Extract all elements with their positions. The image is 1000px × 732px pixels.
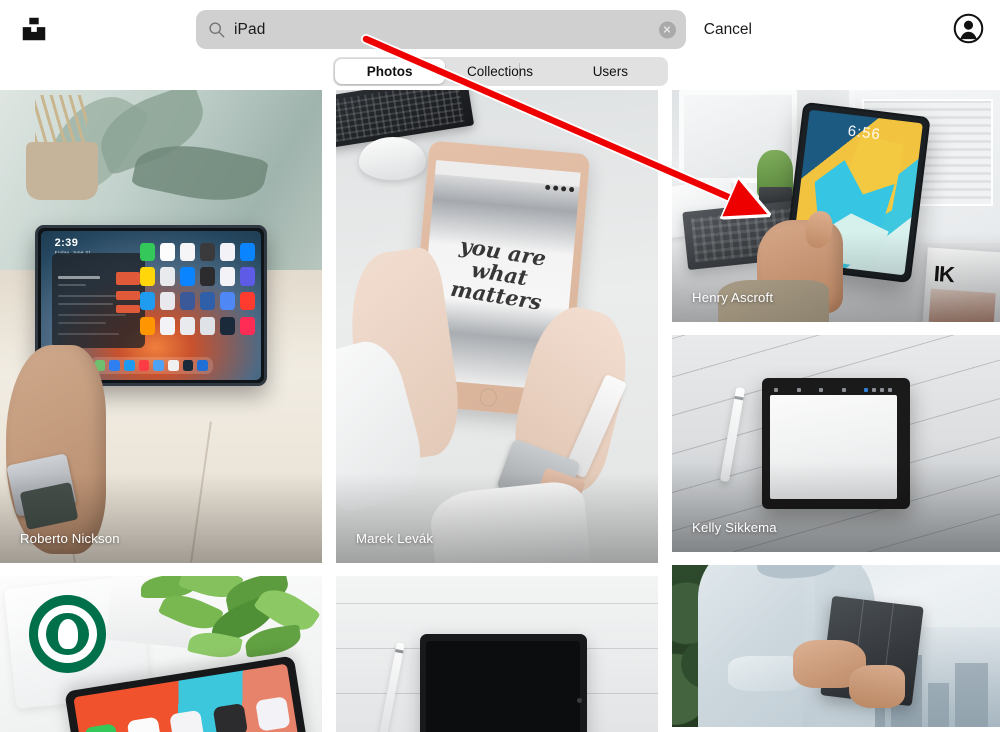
tab-bar: Photos Collections Users: [0, 56, 1000, 87]
grid-column-1: 2:39Friday, June 21: [0, 90, 323, 732]
photo-image-henry-ascroft: IK 6:56: [672, 90, 1000, 322]
tab-collections[interactable]: Collections: [445, 59, 555, 84]
photo-lockscreen-time: 6:56: [847, 122, 883, 143]
photo-clock-time: 2:39Friday, June 21: [54, 236, 91, 255]
photo-image-roberto-nickson: 2:39Friday, June 21: [0, 90, 323, 563]
photo-card[interactable]: [0, 576, 323, 732]
photo-results-grid: 2:39Friday, June 21: [0, 90, 1000, 732]
segmented-control: Photos Collections Users: [332, 57, 668, 86]
clear-search-icon[interactable]: [658, 21, 676, 38]
photo-image-black-ipad-planks: [336, 576, 659, 732]
tab-photos-label: Photos: [366, 64, 413, 79]
search-input-value: iPad: [234, 20, 266, 38]
grid-column-3: IK 6:56 Henry Ascroft Kelly Sikkema: [672, 90, 1000, 732]
tab-users[interactable]: Users: [555, 59, 665, 84]
tab-users-label: Users: [592, 64, 628, 79]
photo-image-kelly-sikkema: [672, 335, 1000, 552]
unsplash-search-screen: iPad Search photos Cancel: [0, 0, 1000, 732]
photo-card[interactable]: Kelly Sikkema: [672, 335, 1000, 552]
tab-collections-label: Collections: [466, 64, 533, 79]
photo-card[interactable]: [336, 576, 659, 732]
photo-card[interactable]: IK 6:56 Henry Ascroft: [672, 90, 1000, 322]
photo-image-starbucks-ipad: [0, 576, 323, 732]
search-icon: [208, 21, 225, 38]
photo-image-man-holding-tablet: [672, 565, 1000, 727]
search-area: iPad Search photos Cancel: [196, 10, 752, 49]
top-bar: iPad Search photos Cancel: [0, 0, 1000, 59]
user-avatar-icon[interactable]: [953, 13, 984, 44]
unsplash-logo-icon[interactable]: [18, 13, 50, 45]
photo-card[interactable]: you are what matters Marek Levák: [336, 90, 659, 563]
photo-card[interactable]: [672, 565, 1000, 727]
grid-column-2: you are what matters Marek Levák: [336, 90, 659, 732]
photo-image-marek-levak: you are what matters: [336, 90, 659, 563]
photo-quote-text: you are what matters: [448, 232, 548, 315]
tab-photos[interactable]: Photos: [334, 59, 445, 84]
cancel-button[interactable]: Cancel: [704, 21, 752, 39]
search-input[interactable]: iPad Search photos: [196, 10, 686, 49]
photo-card[interactable]: 2:39Friday, June 21: [0, 90, 323, 563]
